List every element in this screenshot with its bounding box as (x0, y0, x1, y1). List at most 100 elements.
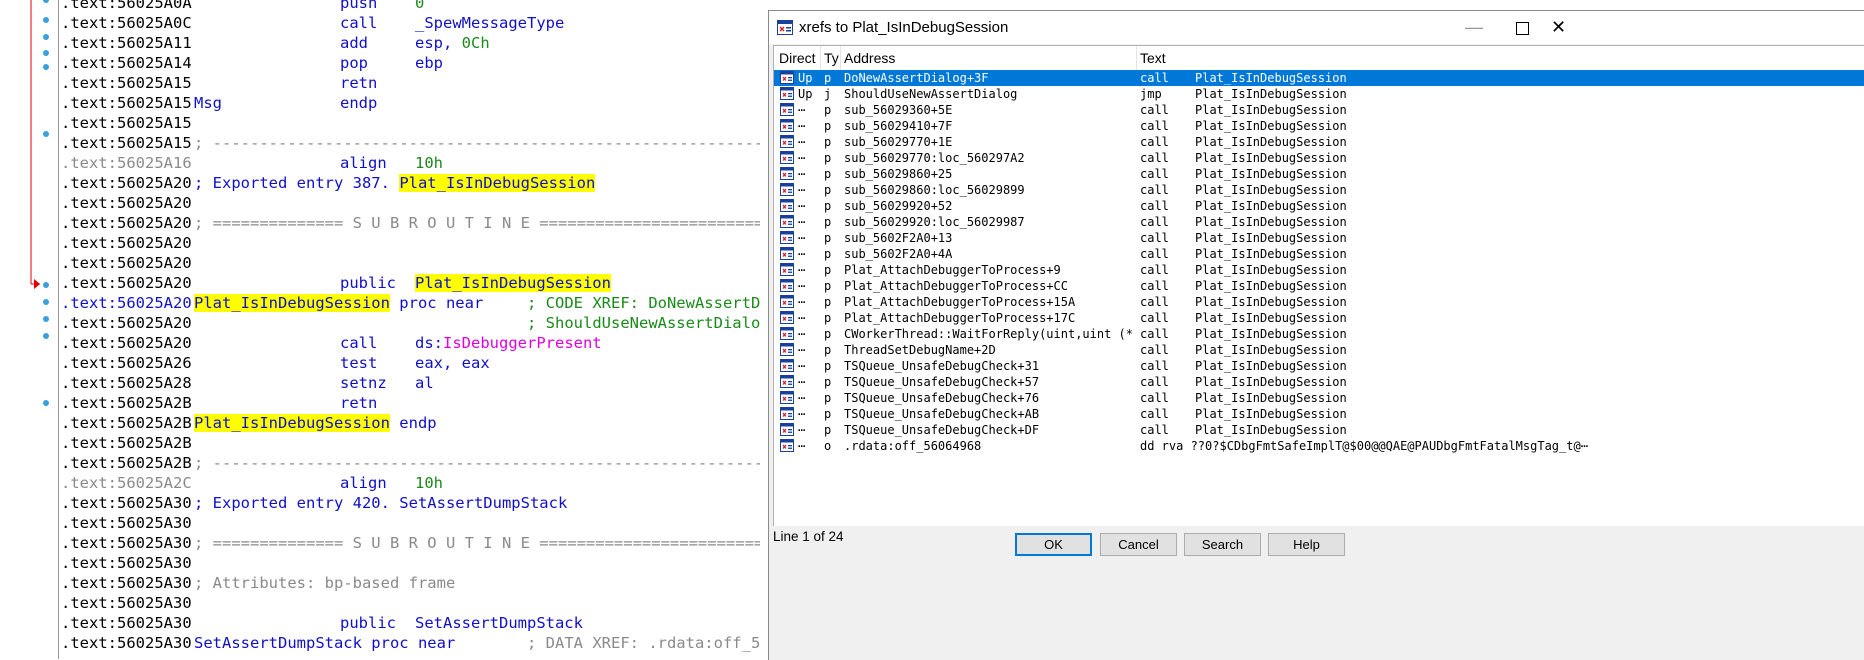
xref-row[interactable]: ⋯ p sub_56029860+25 call Plat_IsInDebugSessi… (774, 166, 1864, 182)
xref-list-icon (780, 279, 794, 292)
code-line[interactable]: .text:56025A16 align 10h (61, 153, 760, 173)
xref-row[interactable]: ⋯ p sub_5602F2A0+4A call Plat_IsInDebugSessi… (774, 246, 1864, 262)
highlighted-symbol[interactable]: Plat_IsInDebugSession (194, 414, 390, 432)
code-line[interactable]: .text:56025A28 setnz al (61, 373, 760, 393)
xrefs-dialog: xrefs to Plat_IsInDebugSession — ✕ Direc… (768, 10, 1864, 660)
column-header-direction[interactable]: Direct (779, 50, 816, 66)
code-line[interactable]: .text:56025A20 Plat_IsInDebugSession proc… (61, 293, 760, 313)
mnemonic: endp (340, 94, 378, 112)
breakpoint-dot[interactable] (43, 316, 49, 322)
code-line[interactable]: .text:56025A30; ============== S U B R O… (61, 533, 760, 553)
code-line[interactable]: .text:56025A14 pop ebp (61, 53, 760, 73)
operand-text: eax, eax (415, 354, 490, 372)
column-divider[interactable] (820, 46, 821, 70)
code-line[interactable]: .text:56025A30; Exported entry 420. SetA… (61, 493, 760, 513)
breakpoint-dot[interactable] (43, 34, 49, 40)
code-line[interactable]: .text:56025A0A push 0 (61, 0, 760, 13)
dialog-titlebar[interactable]: xrefs to Plat_IsInDebugSession — ✕ (769, 11, 1864, 44)
code-line[interactable]: .text:56025A20 public Plat_IsInDebugSessio… (61, 273, 760, 293)
code-line[interactable]: .text:56025A11 add esp, 0Ch (61, 33, 760, 53)
code-line[interactable]: .text:56025A20; ============== S U B R O… (61, 213, 760, 233)
code-line[interactable]: .text:56025A20 ; ShouldUseNewAssertDialog… (61, 313, 760, 333)
xref-row[interactable]: ⋯ p Plat_AttachDebuggerToProcess+CC call Pla… (774, 278, 1864, 294)
code-line[interactable]: .text:56025A15 Msg endp (61, 93, 760, 113)
breakpoint-dot[interactable] (43, 299, 49, 305)
code-line[interactable]: .text:56025A20 (61, 193, 760, 213)
help-button[interactable]: Help (1268, 533, 1345, 556)
column-divider[interactable] (1136, 46, 1137, 70)
breakpoint-dot[interactable] (43, 400, 49, 406)
code-line[interactable]: .text:56025A30; Attributes: bp-based fra… (61, 573, 760, 593)
xref-row[interactable]: ⋯ p sub_56029360+5E call Plat_IsInDebugSessi… (774, 102, 1864, 118)
code-line[interactable]: .text:56025A26 test eax, eax (61, 353, 760, 373)
breakpoint-dot[interactable] (43, 131, 49, 137)
breakpoint-dot[interactable] (43, 333, 49, 339)
xref-row[interactable]: ⋯ p Plat_AttachDebuggerToProcess+9 call Plat… (774, 262, 1864, 278)
xref-row[interactable]: ⋯ p sub_56029410+7F call Plat_IsInDebugSessi… (774, 118, 1864, 134)
xrefs-list[interactable]: Direct Ty Address Text Up p DoNewAssertDia… (773, 45, 1864, 526)
line-address: .text:56025A2B (61, 454, 192, 472)
column-divider[interactable] (840, 46, 841, 70)
xref-row[interactable]: ⋯ p sub_56029770+1E call Plat_IsInDebugSessi… (774, 134, 1864, 150)
xref-list-icon (780, 343, 794, 356)
code-line[interactable]: .text:56025A2B (61, 433, 760, 453)
xref-row[interactable]: Up p DoNewAssertDialog+3F call Plat_IsInDebu… (774, 70, 1864, 86)
code-line[interactable]: .text:56025A15 (61, 113, 760, 133)
disassembly-view[interactable]: .text:56025A0A push 0 .text:56025A0C call _Sp… (0, 0, 760, 659)
cancel-button[interactable]: Cancel (1100, 533, 1177, 556)
xref-row[interactable]: ⋯ p sub_5602F2A0+13 call Plat_IsInDebugSessi… (774, 230, 1864, 246)
address-text: text:56025A20 (70, 334, 192, 352)
xref-row[interactable]: ⋯ p TSQueue_UnsafeDebugCheck+DF call Plat_Is… (774, 422, 1864, 438)
code-line[interactable]: .text:56025A15; ------------------------… (61, 133, 760, 153)
xref-row[interactable]: ⋯ p TSQueue_UnsafeDebugCheck+76 call Plat_Is… (774, 390, 1864, 406)
breakpoint-dot[interactable] (43, 64, 49, 70)
highlighted-symbol[interactable]: Plat_IsInDebugSession (415, 274, 611, 292)
line-address: .text:56025A2B (61, 414, 192, 432)
code-line[interactable]: .text:56025A20 call ds:IsDebuggerPresent (61, 333, 760, 353)
xref-type: p (824, 135, 832, 149)
xref-row[interactable]: ⋯ p Plat_AttachDebuggerToProcess+17C call Pl… (774, 310, 1864, 326)
xref-row[interactable]: ⋯ p TSQueue_UnsafeDebugCheck+57 call Plat_Is… (774, 374, 1864, 390)
breakpoint-dot[interactable] (43, 282, 49, 288)
xref-row[interactable]: Up j ShouldUseNewAssertDialog jmp Plat_IsInD… (774, 86, 1864, 102)
column-header-type[interactable]: Ty (824, 50, 839, 66)
breakpoint-dot[interactable] (43, 17, 49, 23)
highlighted-symbol[interactable]: Plat_IsInDebugSession (399, 174, 596, 192)
column-header-text[interactable]: Text (1140, 50, 1166, 66)
code-line[interactable]: .text:56025A2C align 10h (61, 473, 760, 493)
breakpoint-dot[interactable] (43, 50, 49, 56)
maximize-button[interactable] (1504, 16, 1544, 40)
xref-row[interactable]: ⋯ o .rdata:off_56064968 dd rva ??0?$CDbgFmt… (774, 438, 1864, 454)
code-line[interactable]: .text:56025A30 (61, 513, 760, 533)
close-button[interactable]: ✕ (1551, 16, 1581, 40)
code-line[interactable]: .text:56025A2B; ------------------------… (61, 453, 760, 473)
code-line[interactable]: .text:56025A15 retn (61, 73, 760, 93)
line-address: .text:56025A30 (61, 594, 192, 612)
code-line[interactable]: .text:56025A20 (61, 253, 760, 273)
search-button[interactable]: Search (1184, 533, 1261, 556)
api-import[interactable]: IsDebuggerPresent (443, 334, 602, 352)
operand-text: _SpewMessageType (415, 14, 565, 32)
code-line[interactable]: .text:56025A20; Exported entry 387. Plat… (61, 173, 760, 193)
highlighted-symbol[interactable]: Plat_IsInDebugSession (194, 294, 390, 312)
code-line[interactable]: .text:56025A30 SetAssertDumpStack proc ne… (61, 633, 760, 653)
xref-row[interactable]: ⋯ p sub_56029920:loc_56029987 call Plat_IsIn… (774, 214, 1864, 230)
xref-row[interactable]: ⋯ p sub_56029920+52 call Plat_IsInDebugSessi… (774, 198, 1864, 214)
column-header-address[interactable]: Address (844, 50, 895, 66)
xref-row[interactable]: ⋯ p TSQueue_UnsafeDebugCheck+AB call Plat_Is… (774, 406, 1864, 422)
xref-row[interactable]: ⋯ p sub_56029860:loc_56029899 call Plat_IsIn… (774, 182, 1864, 198)
xref-row[interactable]: ⋯ p ThreadSetDebugName+2D call Plat_IsInDebu… (774, 342, 1864, 358)
xref-row[interactable]: ⋯ p Plat_AttachDebuggerToProcess+15A call Pl… (774, 294, 1864, 310)
code-line[interactable]: .text:56025A30 (61, 553, 760, 573)
code-line[interactable]: .text:56025A30 (61, 593, 760, 613)
xref-row[interactable]: ⋯ p TSQueue_UnsafeDebugCheck+31 call Plat_Is… (774, 358, 1864, 374)
code-line[interactable]: .text:56025A2B retn (61, 393, 760, 413)
code-line[interactable]: .text:56025A2B Plat_IsInDebugSession endp (61, 413, 760, 433)
code-line[interactable]: .text:56025A30 public SetAssertDumpStack (61, 613, 760, 633)
xref-row[interactable]: ⋯ p CWorkerThread::WaitForReply(uint,uint … (774, 326, 1864, 342)
xref-row[interactable]: ⋯ p sub_56029770:loc_560297A2 call Plat_IsIn… (774, 150, 1864, 166)
code-line[interactable]: .text:56025A20 (61, 233, 760, 253)
ok-button[interactable]: OK (1015, 533, 1092, 556)
minimize-button[interactable]: — (1454, 16, 1494, 40)
code-line[interactable]: .text:56025A0C call _SpewMessageType (61, 13, 760, 33)
